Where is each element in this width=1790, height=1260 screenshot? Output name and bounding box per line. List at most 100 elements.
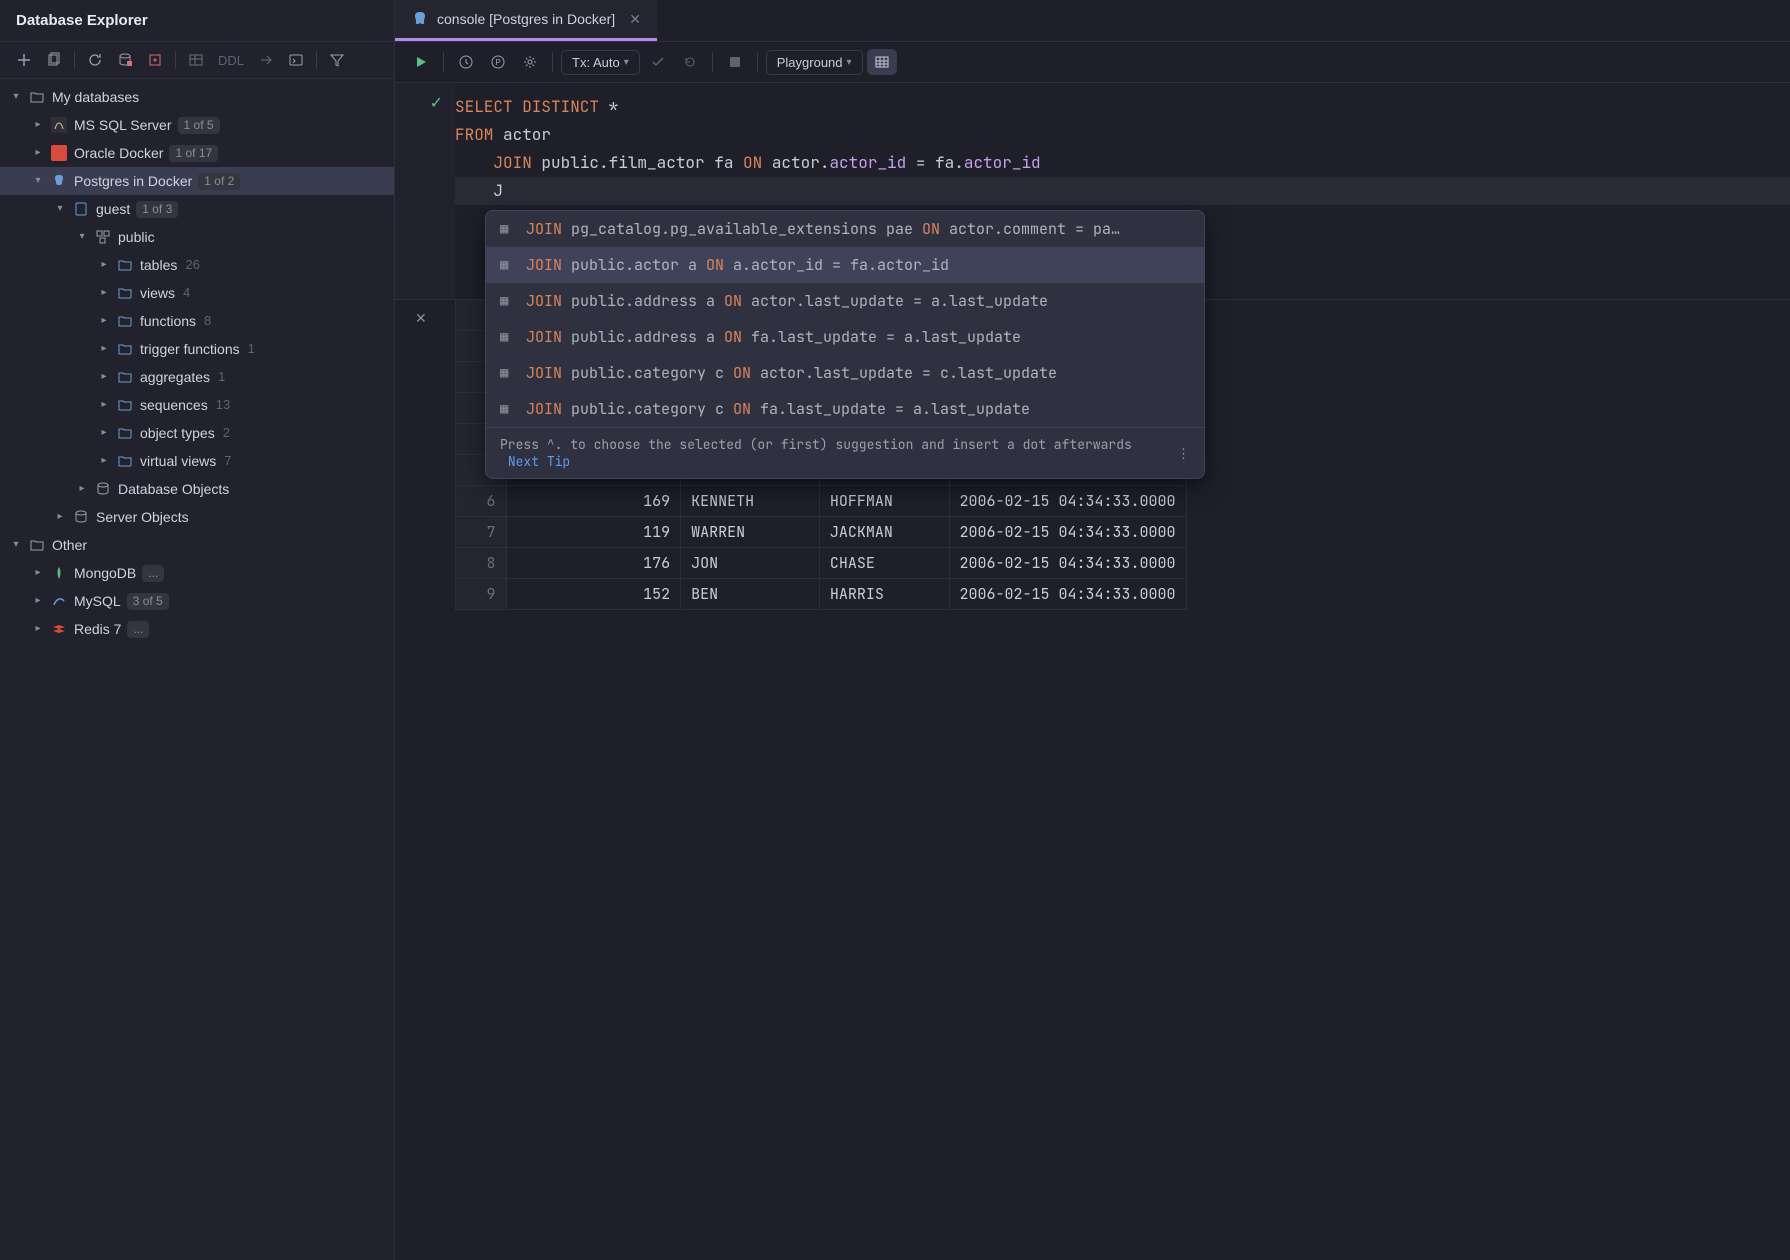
autocomplete-item[interactable]: ▦JOIN public.actor a ON a.actor_id = fa.… [486, 247, 1204, 283]
tree-row[interactable]: ▸ Server Objects [0, 503, 394, 531]
table-cell[interactable]: JON [681, 548, 820, 579]
postgres-icon [411, 10, 429, 28]
tree-row[interactable]: ▸aggregates1 [0, 363, 394, 391]
tree-row[interactable]: ▸MongoDB... [0, 559, 394, 587]
chevron-icon[interactable]: ▸ [98, 366, 110, 388]
table-cell[interactable]: JACKMAN [819, 517, 949, 548]
autocomplete-item[interactable]: ▦JOIN public.category c ON actor.last_up… [486, 355, 1204, 391]
tree-row[interactable]: ▸Oracle Docker1 of 17 [0, 139, 394, 167]
chevron-icon[interactable]: ▾ [54, 198, 66, 220]
folder-o-icon [116, 340, 134, 358]
table-cell[interactable]: 2006-02-15 04:34:33.0000 [949, 548, 1186, 579]
tree-row[interactable]: ▾public [0, 223, 394, 251]
table-cell[interactable]: 176 [506, 548, 681, 579]
chevron-icon[interactable]: ▾ [10, 86, 22, 108]
commit-icon[interactable] [644, 48, 672, 76]
tree-row[interactable]: ▸Database Objects [0, 475, 394, 503]
terminal-icon[interactable] [284, 48, 308, 72]
chevron-icon[interactable]: ▾ [10, 534, 22, 556]
tree-row[interactable]: ▸virtual views7 [0, 447, 394, 475]
add-icon[interactable] [12, 48, 36, 72]
tree-label: object types [140, 422, 215, 444]
autocomplete-item[interactable]: ▦JOIN public.address a ON fa.last_update… [486, 319, 1204, 355]
tree-label: Postgres in Docker [74, 170, 192, 192]
explain-icon[interactable]: P [484, 48, 512, 76]
table-row[interactable]: 6169KENNETHHOFFMAN2006-02-15 04:34:33.00… [456, 486, 1186, 517]
next-tip-link[interactable]: Next Tip [508, 453, 570, 470]
tree-row[interactable]: ▸trigger functions1 [0, 335, 394, 363]
settings-icon[interactable] [516, 48, 544, 76]
chevron-icon[interactable]: ▸ [98, 254, 110, 276]
table-row[interactable]: 8176JONCHASE2006-02-15 04:34:33.0000 [456, 548, 1186, 579]
table-cell[interactable]: 2006-02-15 04:34:33.0000 [949, 517, 1186, 548]
diagnostics-icon[interactable] [143, 48, 167, 72]
run-button[interactable] [407, 48, 435, 76]
table-cell[interactable]: CHASE [819, 548, 949, 579]
tree-row[interactable]: ▸MS SQL Server1 of 5 [0, 111, 394, 139]
chevron-icon[interactable]: ▸ [98, 422, 110, 444]
table-icon[interactable] [184, 48, 208, 72]
rollback-icon[interactable] [676, 48, 704, 76]
autocomplete-item[interactable]: ▦JOIN pg_catalog.pg_available_extensions… [486, 211, 1204, 247]
tree-row[interactable]: ▸sequences13 [0, 391, 394, 419]
table-cell[interactable]: 152 [506, 579, 681, 610]
target-dropdown[interactable]: Playground▾ [766, 50, 863, 75]
tree-count: 8 [204, 310, 211, 332]
stop-db-icon[interactable] [113, 48, 137, 72]
tx-mode-dropdown[interactable]: Tx: Auto▾ [561, 50, 640, 75]
chevron-icon[interactable]: ▸ [32, 618, 44, 640]
tree-row[interactable]: ▸object types2 [0, 419, 394, 447]
chevron-icon[interactable]: ▸ [32, 114, 44, 136]
history-icon[interactable] [452, 48, 480, 76]
chevron-icon[interactable]: ▸ [98, 310, 110, 332]
tree-row[interactable]: ▾My databases [0, 83, 394, 111]
nav-icon[interactable] [254, 48, 278, 72]
tree-row[interactable]: ▸Redis 7... [0, 615, 394, 643]
chevron-icon[interactable]: ▸ [32, 142, 44, 164]
tree-row[interactable]: ▸views4 [0, 279, 394, 307]
table-cell[interactable]: 119 [506, 517, 681, 548]
duplicate-icon[interactable] [42, 48, 66, 72]
table-cell[interactable]: WARREN [681, 517, 820, 548]
table-cell[interactable]: BEN [681, 579, 820, 610]
ddl-button[interactable]: DDL [214, 53, 248, 68]
table-cell[interactable]: HOFFMAN [819, 486, 949, 517]
table-row[interactable]: 7119WARRENJACKMAN2006-02-15 04:34:33.000… [456, 517, 1186, 548]
refresh-icon[interactable] [83, 48, 107, 72]
table-cell[interactable]: 2006-02-15 04:34:33.0000 [949, 486, 1186, 517]
tree-row[interactable]: ▾guest1 of 3 [0, 195, 394, 223]
more-icon[interactable]: ⋮ [1177, 445, 1190, 462]
tree-row[interactable]: ▸functions8 [0, 307, 394, 335]
tree-row[interactable]: ▾Other [0, 531, 394, 559]
chevron-icon[interactable]: ▸ [32, 590, 44, 612]
filter-icon[interactable] [325, 48, 349, 72]
stop-button[interactable] [721, 48, 749, 76]
autocomplete-item[interactable]: ▦JOIN public.category c ON fa.last_updat… [486, 391, 1204, 427]
chevron-icon[interactable]: ▸ [98, 394, 110, 416]
table-cell[interactable]: HARRIS [819, 579, 949, 610]
chevron-icon[interactable]: ▸ [76, 478, 88, 500]
table-cell[interactable]: 2006-02-15 04:34:33.0000 [949, 579, 1186, 610]
chevron-icon[interactable]: ▸ [32, 562, 44, 584]
tree-label: Server Objects [96, 506, 189, 528]
tab-console[interactable]: console [Postgres in Docker] ✕ [395, 0, 657, 41]
table-cell[interactable]: KENNETH [681, 486, 820, 517]
close-results-icon[interactable]: ✕ [415, 310, 427, 327]
chevron-icon[interactable]: ▾ [32, 170, 44, 192]
chevron-icon[interactable]: ▸ [98, 450, 110, 472]
autocomplete-item[interactable]: ▦JOIN public.address a ON actor.last_upd… [486, 283, 1204, 319]
tree-label: MySQL [74, 590, 121, 612]
grid-view-button[interactable] [867, 49, 897, 75]
tree-row[interactable]: ▾Postgres in Docker1 of 2 [0, 167, 394, 195]
table-cell[interactable]: 169 [506, 486, 681, 517]
tree-row[interactable]: ▸tables26 [0, 251, 394, 279]
tree-badge: ... [142, 565, 164, 582]
row-number: 6 [456, 486, 506, 517]
chevron-icon[interactable]: ▸ [98, 282, 110, 304]
close-icon[interactable]: ✕ [629, 11, 641, 28]
table-row[interactable]: 9152BENHARRIS2006-02-15 04:34:33.0000 [456, 579, 1186, 610]
chevron-icon[interactable]: ▸ [54, 506, 66, 528]
chevron-icon[interactable]: ▾ [76, 226, 88, 248]
chevron-icon[interactable]: ▸ [98, 338, 110, 360]
tree-row[interactable]: ▸MySQL3 of 5 [0, 587, 394, 615]
